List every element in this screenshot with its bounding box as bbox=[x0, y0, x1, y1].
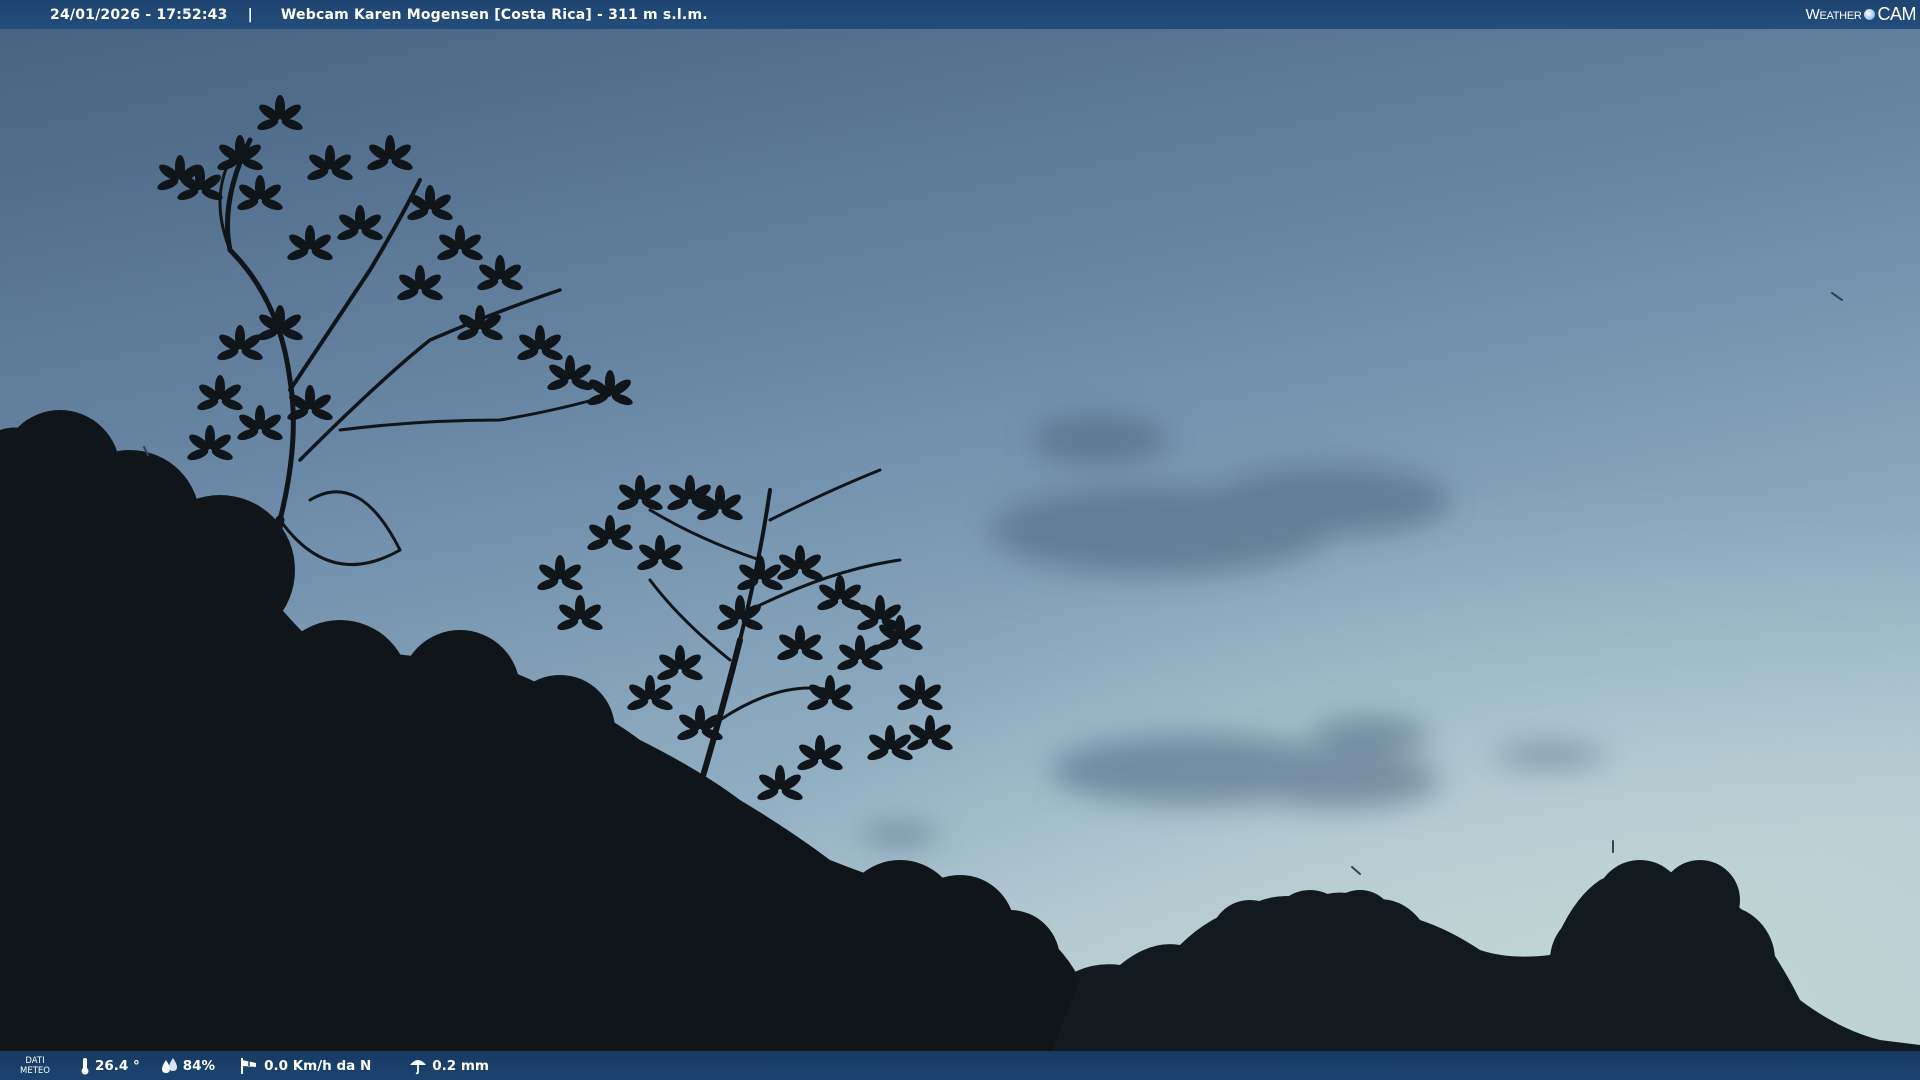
temperature-item: 26.4 ° bbox=[80, 1057, 140, 1075]
logo-word: Weather bbox=[1805, 6, 1862, 23]
humidity-item: 84% bbox=[160, 1057, 216, 1074]
rain-item: 0.2 mm bbox=[409, 1057, 489, 1075]
humidity-value: 84% bbox=[182, 1057, 216, 1074]
webcam-title: Webcam Karen Mogensen [Costa Rica] - 311… bbox=[280, 6, 708, 23]
wind-value: 0.0 Km/h da N bbox=[264, 1057, 372, 1074]
weather-data-label: DATI METEO bbox=[20, 1055, 50, 1076]
weathercam-logo[interactable]: Weather CAM bbox=[1806, 0, 1920, 29]
rain-value: 0.2 mm bbox=[432, 1057, 489, 1074]
webcam-frame: 24/01/2026 - 17:52:43 | Webcam Karen Mog… bbox=[0, 0, 1920, 1080]
thermometer-icon bbox=[81, 1057, 89, 1074]
temperature-value: 26.4 ° bbox=[95, 1057, 140, 1074]
header-bar: 24/01/2026 - 17:52:43 | Webcam Karen Mog… bbox=[0, 0, 1920, 29]
logo-cam: CAM bbox=[1877, 4, 1917, 24]
timestamp: 24/01/2026 - 17:52:43 bbox=[50, 6, 228, 23]
humidity-drops-icon bbox=[161, 1057, 177, 1073]
webcam-image bbox=[0, 0, 1920, 1080]
windsock-icon bbox=[241, 1057, 257, 1074]
weather-data-bar: DATI METEO 26.4 ° 84% 0.0 Km/h da N 0.2 … bbox=[0, 1051, 1920, 1080]
logo-globe-icon bbox=[1863, 9, 1875, 20]
wind-item: 0.0 Km/h da N bbox=[239, 1057, 371, 1075]
header-separator: | bbox=[247, 6, 253, 23]
umbrella-icon bbox=[410, 1059, 427, 1074]
